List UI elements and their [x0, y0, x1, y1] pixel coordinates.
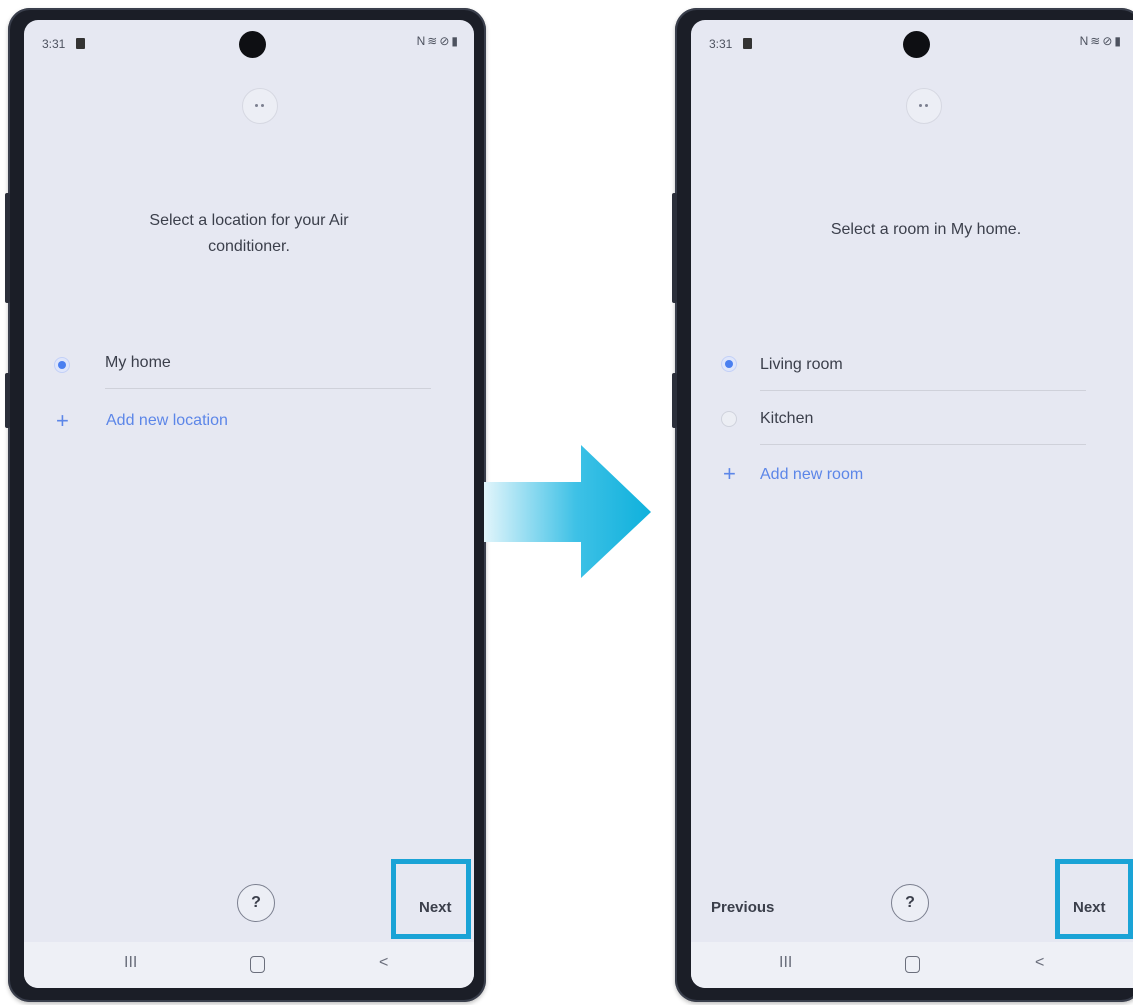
- system-navbar: III <: [24, 942, 474, 988]
- previous-button[interactable]: Previous: [711, 899, 774, 916]
- screen-left: 3:31 N≋⊘▮ Select a location for your Air…: [24, 20, 474, 988]
- add-location-label: Add new location: [106, 412, 228, 429]
- prompt-line-1: Select a location for your Air: [149, 212, 349, 229]
- nfc-icon: N: [1079, 34, 1091, 48]
- prompt-line-2: conditioner.: [208, 238, 290, 255]
- progress-indicator: [906, 88, 942, 124]
- phone-frame-right: 3:31 N≋⊘▮ Select a room in My home. Livi…: [672, 8, 1133, 1002]
- home-icon[interactable]: [905, 956, 920, 973]
- radio-unselected-icon[interactable]: [721, 411, 737, 427]
- option-label: My home: [105, 354, 171, 371]
- next-highlight-box: [1055, 859, 1133, 939]
- divider: [105, 388, 431, 389]
- radio-selected-icon[interactable]: [721, 356, 737, 372]
- status-icons: N≋⊘▮: [417, 34, 460, 48]
- page-prompt: Select a room in My home.: [830, 221, 1022, 238]
- divider: [760, 444, 1086, 445]
- power-button: [672, 373, 677, 428]
- next-highlight-box: [391, 859, 471, 939]
- help-button[interactable]: ?: [237, 884, 275, 922]
- system-navbar: III <: [691, 942, 1133, 988]
- status-time: 3:31: [42, 37, 66, 51]
- sim-icon: [76, 38, 85, 49]
- volume-button: [5, 193, 10, 303]
- battery-icon: ▮: [1114, 34, 1123, 48]
- progress-indicator: [242, 88, 278, 124]
- dnd-icon: ⊘: [439, 34, 452, 48]
- wifi-icon: ≋: [427, 34, 440, 48]
- radio-selected-icon[interactable]: [54, 357, 70, 373]
- option-label: Living room: [760, 356, 843, 373]
- recent-apps-icon[interactable]: III: [124, 954, 137, 972]
- back-icon[interactable]: <: [1035, 954, 1044, 972]
- recent-apps-icon[interactable]: III: [779, 954, 792, 972]
- home-icon[interactable]: [250, 956, 265, 973]
- help-button[interactable]: ?: [891, 884, 929, 922]
- battery-icon: ▮: [451, 34, 460, 48]
- front-camera: [903, 31, 930, 58]
- divider: [760, 390, 1086, 391]
- power-button: [5, 373, 10, 428]
- status-icons: N≋⊘▮: [1080, 34, 1123, 48]
- transition-arrow-icon: [484, 445, 651, 578]
- screen-right: 3:31 N≋⊘▮ Select a room in My home. Livi…: [691, 20, 1133, 988]
- back-icon[interactable]: <: [379, 954, 388, 972]
- sim-icon: [743, 38, 752, 49]
- phone-frame-left: 3:31 N≋⊘▮ Select a location for your Air…: [5, 8, 486, 1002]
- volume-button: [672, 193, 677, 303]
- plus-icon: +: [723, 461, 736, 486]
- plus-icon: +: [56, 408, 69, 433]
- option-label: Kitchen: [760, 410, 814, 427]
- nfc-icon: N: [416, 34, 428, 48]
- wifi-icon: ≋: [1090, 34, 1103, 48]
- status-time: 3:31: [709, 37, 733, 51]
- page-prompt: Select a location for your Air condition…: [84, 208, 414, 260]
- add-room-label: Add new room: [760, 466, 864, 483]
- dnd-icon: ⊘: [1102, 34, 1115, 48]
- front-camera: [239, 31, 266, 58]
